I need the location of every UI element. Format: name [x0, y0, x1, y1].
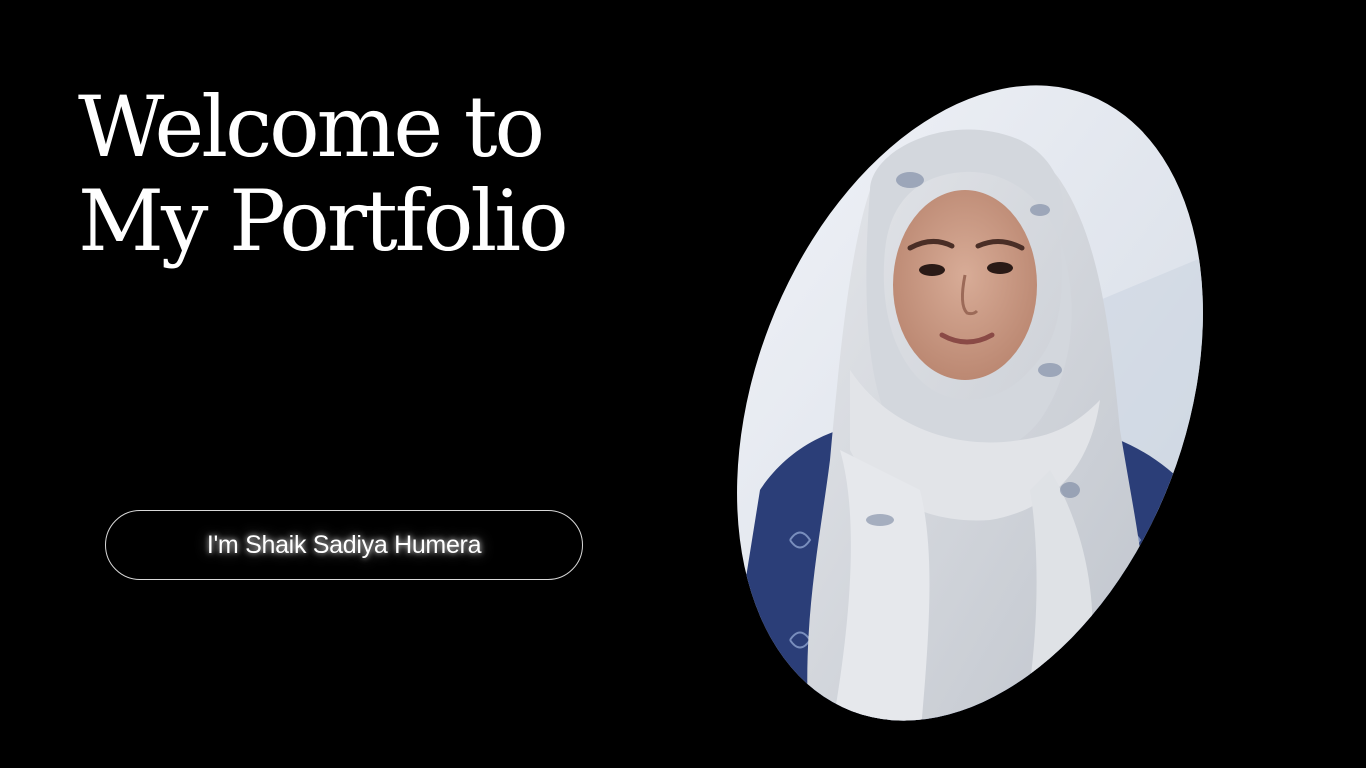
name-pill-button[interactable]: I'm Shaik Sadiya Humera	[105, 510, 583, 580]
portfolio-landing-page: Welcome to My Portfolio I'm Shaik Sadiya…	[0, 0, 1366, 768]
name-pill-label: I'm Shaik Sadiya Humera	[206, 530, 482, 559]
hero-title: Welcome to My Portfolio	[78, 78, 569, 270]
hero-title-line-1: Welcome to	[78, 78, 545, 176]
hero-title-line-2: My Portfolio	[78, 172, 569, 270]
profile-portrait	[720, 70, 1220, 740]
portrait-image	[720, 70, 1220, 740]
